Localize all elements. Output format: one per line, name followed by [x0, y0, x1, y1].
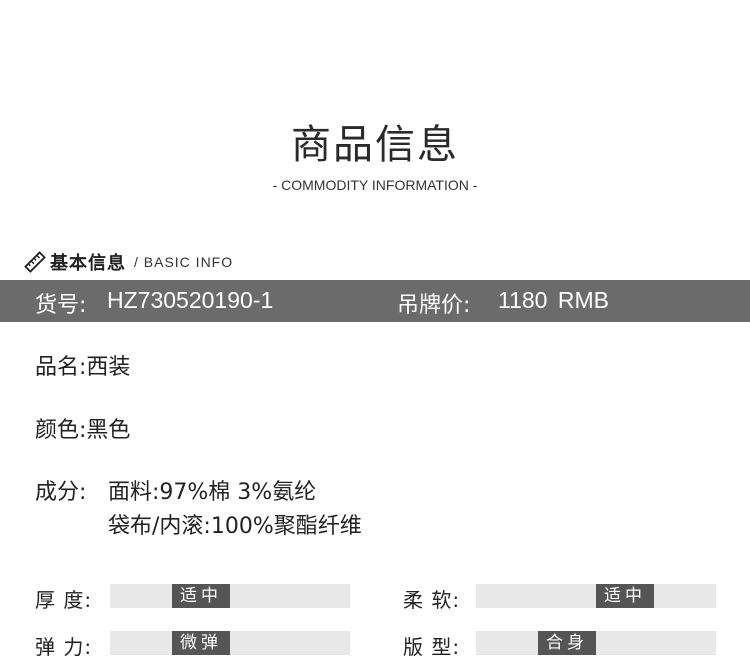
thickness-label: 厚 度:: [35, 588, 93, 612]
fit-scale: 合身: [476, 631, 716, 655]
price-label: 吊牌价:: [397, 293, 471, 318]
softness-scale: 适中: [476, 584, 716, 608]
softness-value: 适中: [596, 584, 654, 608]
elasticity-value: 微弹: [172, 631, 230, 655]
page-title: 商品信息: [291, 122, 459, 168]
sku-price-bar: 货号: HZ730520190-1 吊牌价: 1180 RMB: [0, 280, 750, 322]
section-title: 基本信息: [50, 253, 126, 274]
section-header: 基本信息 / BASIC INFO: [24, 250, 233, 274]
product-name-label: 品名:: [35, 355, 87, 380]
product-color-label: 颜色:: [35, 418, 87, 443]
ruler-icon: [24, 251, 46, 273]
product-color-row: 颜色:黑色: [35, 412, 130, 444]
elasticity-label: 弹 力:: [35, 635, 93, 659]
product-color-value: 黑色: [86, 418, 131, 443]
product-name-value: 西装: [86, 355, 131, 380]
composition-fabric: 面料:97%棉 3%氨纶: [108, 480, 317, 505]
product-name-row: 品名:西装: [35, 349, 130, 381]
fit-label: 版 型:: [403, 635, 461, 659]
softness-label: 柔 软:: [403, 588, 461, 612]
thickness-scale: 适中: [110, 584, 350, 608]
sku-label: 货号:: [35, 293, 87, 318]
price-value: 1180 RMB: [498, 287, 609, 313]
composition-lining: 袋布/内滚:100%聚酯纤维: [108, 514, 362, 539]
page-subtitle: - COMMODITY INFORMATION -: [272, 177, 478, 193]
sku-value: HZ730520190-1: [107, 287, 274, 313]
thickness-value: 适中: [172, 584, 230, 608]
fit-value: 合身: [538, 631, 596, 655]
elasticity-scale: 微弹: [110, 631, 350, 655]
composition-label: 成分:: [35, 480, 87, 505]
section-title-en: / BASIC INFO: [134, 254, 234, 270]
